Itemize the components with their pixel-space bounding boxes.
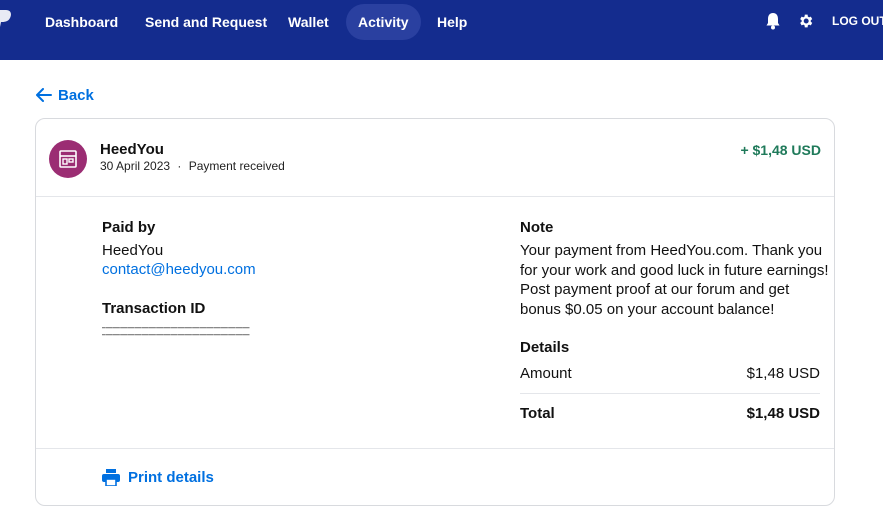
transaction-date: 30 April 2023: [100, 159, 171, 173]
back-link[interactable]: Back: [36, 85, 94, 105]
bell-icon[interactable]: [765, 10, 781, 32]
footer-divider: [36, 448, 834, 449]
amount-value: $1,48 USD: [746, 365, 820, 382]
nav-activity[interactable]: Activity: [346, 4, 421, 40]
back-label: Back: [58, 86, 94, 104]
transaction-card: HeedYou 30 April 2023 · Payment received…: [35, 118, 835, 506]
gear-icon[interactable]: [797, 10, 814, 32]
paid-by-label: Paid by: [102, 219, 156, 236]
transaction-status: Payment received: [188, 159, 285, 173]
arrow-left-icon: [36, 88, 52, 102]
merchant-avatar: [49, 140, 87, 178]
logout-button[interactable]: LOG OUT: [832, 14, 883, 28]
transaction-id-value-obscured: ̶ ̶ ̶ ̶ ̶ ̶ ̶ ̶ ̶ ̶ ̶ ̶ ̶ ̶ ̶ ̶ ̶ ̶ ̶ ̶ …: [102, 324, 247, 338]
transaction-id-label: Transaction ID: [102, 300, 206, 317]
note-text: Your payment from HeedYou.com. Thank you…: [520, 242, 829, 318]
paid-by-name: HeedYou: [102, 242, 164, 259]
total-value: $1,48 USD: [746, 405, 820, 422]
transaction-amount: + $1,48 USD: [740, 142, 821, 158]
total-label: Total: [520, 405, 555, 422]
printer-icon: [102, 469, 120, 486]
print-details-label: Print details: [128, 469, 214, 486]
nav-help[interactable]: Help: [425, 4, 479, 40]
nav-send-and-request[interactable]: Send and Request: [133, 4, 279, 40]
store-icon: [59, 150, 77, 168]
nav-dashboard[interactable]: Dashboard: [33, 4, 130, 40]
details-divider: [520, 393, 820, 394]
nav-wallet[interactable]: Wallet: [276, 4, 341, 40]
total-row: Total $1,48 USD: [520, 405, 820, 422]
note-label: Note: [520, 219, 554, 236]
print-details-button[interactable]: Print details: [102, 469, 214, 486]
amount-row: Amount $1,48 USD: [520, 365, 820, 382]
paypal-logo-icon[interactable]: [0, 10, 12, 32]
details-label: Details: [520, 339, 570, 356]
amount-label: Amount: [520, 365, 572, 382]
merchant-name: HeedYou: [100, 141, 164, 158]
header-divider: [36, 196, 834, 197]
separator-dot: ·: [177, 159, 182, 173]
paid-by-email-link[interactable]: contact@heedyou.com: [102, 261, 256, 278]
top-nav-bar: Dashboard Send and Request Wallet Activi…: [0, 0, 883, 60]
transaction-subtitle: 30 April 2023 · Payment received: [100, 159, 285, 173]
